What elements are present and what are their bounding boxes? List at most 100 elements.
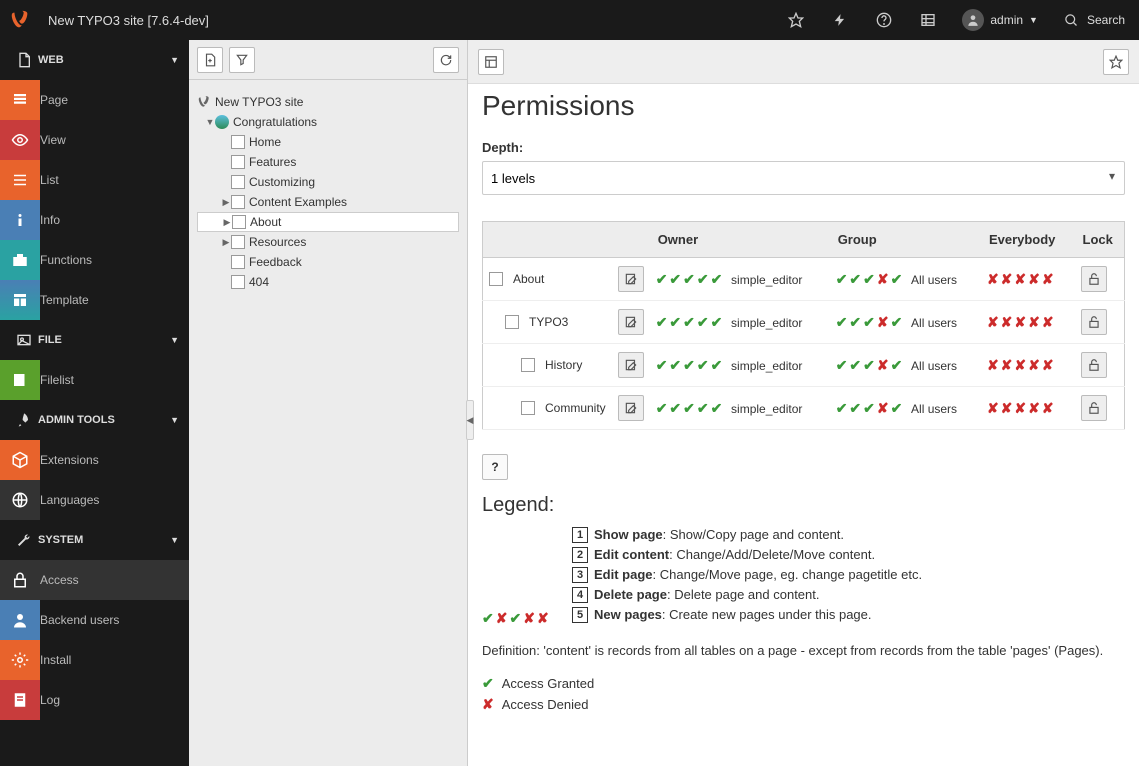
page-name-cell[interactable]: Community: [489, 401, 606, 415]
document-icon: [10, 52, 38, 68]
tree-item[interactable]: Feedback: [197, 252, 459, 272]
sidebar-item-log[interactable]: Log: [0, 680, 189, 720]
everybody-cell[interactable]: ✘✘✘✘✘: [981, 258, 1075, 301]
refresh-button[interactable]: [433, 47, 459, 73]
sidebar-item-access[interactable]: Access: [0, 560, 189, 600]
owner-cell[interactable]: ✔✔✔✔✔ simple_editor: [650, 344, 830, 387]
content-toolbar: [468, 40, 1139, 84]
typo3-logo[interactable]: [0, 0, 40, 40]
sidebar-item-languages[interactable]: Languages: [0, 480, 189, 520]
lock-icon: [0, 560, 40, 600]
owner-cell[interactable]: ✔✔✔✔✔ simple_editor: [650, 258, 830, 301]
lock-button[interactable]: [1081, 395, 1107, 421]
tree-item[interactable]: Customizing: [197, 172, 459, 192]
edit-permissions-button[interactable]: [618, 266, 644, 292]
sidebar-item-filelist[interactable]: Filelist: [0, 360, 189, 400]
sidebar-item-view[interactable]: View: [0, 120, 189, 160]
rocket-icon: [10, 412, 38, 428]
page-icon: [505, 315, 519, 329]
help-icon[interactable]: [862, 0, 906, 40]
section-web[interactable]: WEB ▼: [0, 40, 189, 80]
section-system[interactable]: SYSTEM ▼: [0, 520, 189, 560]
chevron-down-icon: ▼: [170, 535, 179, 545]
everybody-cell[interactable]: ✘✘✘✘✘: [981, 344, 1075, 387]
owner-cell[interactable]: ✔✔✔✔✔ simple_editor: [650, 301, 830, 344]
owner-cell[interactable]: ✔✔✔✔✔ simple_editor: [650, 387, 830, 430]
list-icon[interactable]: [906, 0, 950, 40]
filelist-icon: [0, 360, 40, 400]
sidebar-item-functions[interactable]: Functions: [0, 240, 189, 280]
sidebar-item-install[interactable]: Install: [0, 640, 189, 680]
template-icon: [0, 280, 40, 320]
th-lock: Lock: [1075, 222, 1125, 258]
sidebar-item-info[interactable]: Info: [0, 200, 189, 240]
new-page-button[interactable]: [197, 47, 223, 73]
legend-diagram: ✔✘✔✘✘: [482, 547, 562, 627]
sidebar-item-list[interactable]: List: [0, 160, 189, 200]
section-file[interactable]: FILE ▼: [0, 320, 189, 360]
page-name-cell[interactable]: TYPO3: [489, 315, 606, 329]
site-title: New TYPO3 site [7.6.4-dev]: [48, 13, 209, 28]
bookmark-button[interactable]: [1103, 49, 1129, 75]
tree-item[interactable]: ▶Content Examples: [197, 192, 459, 212]
star-icon[interactable]: [774, 0, 818, 40]
edit-permissions-button[interactable]: [618, 309, 644, 335]
legend-number: 1: [572, 527, 588, 543]
chevron-down-icon: ▼: [170, 55, 179, 65]
group-cell[interactable]: ✔✔✔✘✔ All users: [830, 387, 981, 430]
lock-button[interactable]: [1081, 266, 1107, 292]
section-admin[interactable]: ADMIN TOOLS ▼: [0, 400, 189, 440]
sidebar-item-page[interactable]: Page: [0, 80, 189, 120]
page-icon: [231, 195, 245, 209]
page-icon: [489, 272, 503, 286]
everybody-cell[interactable]: ✘✘✘✘✘: [981, 387, 1075, 430]
lock-button[interactable]: [1081, 309, 1107, 335]
legend-definition: Definition: 'content' is records from al…: [482, 641, 1125, 661]
depth-select[interactable]: 1 levels: [482, 161, 1125, 195]
group-cell[interactable]: ✔✔✔✘✔ All users: [830, 344, 981, 387]
user-menu[interactable]: admin ▼: [950, 0, 1050, 40]
group-cell[interactable]: ✔✔✔✘✔ All users: [830, 258, 981, 301]
page-icon: [0, 80, 40, 120]
image-icon: [10, 332, 38, 348]
tree-item[interactable]: 404: [197, 272, 459, 292]
gear-icon: [0, 640, 40, 680]
chevron-down-icon: ▼: [170, 335, 179, 345]
legend-block: ✔✘✔✘✘ 1Show page: Show/Copy page and con…: [482, 527, 1125, 627]
edit-permissions-button[interactable]: [618, 395, 644, 421]
filter-button[interactable]: [229, 47, 255, 73]
user-name: admin: [990, 13, 1023, 27]
chevron-down-icon: ▼: [1029, 15, 1038, 25]
tree-item[interactable]: Home: [197, 132, 459, 152]
page-icon: [231, 135, 245, 149]
sidebar-item-backend-users[interactable]: Backend users: [0, 600, 189, 640]
legend-row: 3Edit page: Change/Move page, eg. change…: [572, 567, 922, 583]
page-title: Permissions: [482, 90, 1125, 122]
sidebar-item-extensions[interactable]: Extensions: [0, 440, 189, 480]
legend-number: 5: [572, 607, 588, 623]
search-icon: [1064, 13, 1079, 28]
tree-item[interactable]: Features: [197, 152, 459, 172]
bolt-icon[interactable]: [818, 0, 862, 40]
module-menu-button[interactable]: [478, 49, 504, 75]
table-row: History ✔✔✔✔✔ simple_editor✔✔✔✘✔ All user…: [483, 344, 1125, 387]
page-name-cell[interactable]: About: [489, 272, 606, 286]
permissions-table: Owner Group Everybody Lock About✔✔✔✔✔ si…: [482, 221, 1125, 430]
tree-item-selected[interactable]: ▶About: [197, 212, 459, 232]
tree-item[interactable]: ▶Resources: [197, 232, 459, 252]
page-name-cell[interactable]: History: [489, 358, 606, 372]
tree-item[interactable]: ▼Congratulations: [197, 112, 459, 132]
toolbox-icon: [0, 240, 40, 280]
help-button[interactable]: ?: [482, 454, 508, 480]
tree-root[interactable]: New TYPO3 site: [197, 92, 459, 112]
collapse-tree-button[interactable]: ◀: [466, 400, 474, 440]
sidebar-item-template[interactable]: Template: [0, 280, 189, 320]
search-button[interactable]: Search: [1050, 0, 1139, 40]
lock-button[interactable]: [1081, 352, 1107, 378]
edit-permissions-button[interactable]: [618, 352, 644, 378]
group-cell[interactable]: ✔✔✔✘✔ All users: [830, 301, 981, 344]
topbar: New TYPO3 site [7.6.4-dev] admin ▼ Searc…: [0, 0, 1139, 40]
legend-row: 1Show page: Show/Copy page and content.: [572, 527, 922, 543]
everybody-cell[interactable]: ✘✘✘✘✘: [981, 301, 1075, 344]
chevron-down-icon: ▼: [170, 415, 179, 425]
